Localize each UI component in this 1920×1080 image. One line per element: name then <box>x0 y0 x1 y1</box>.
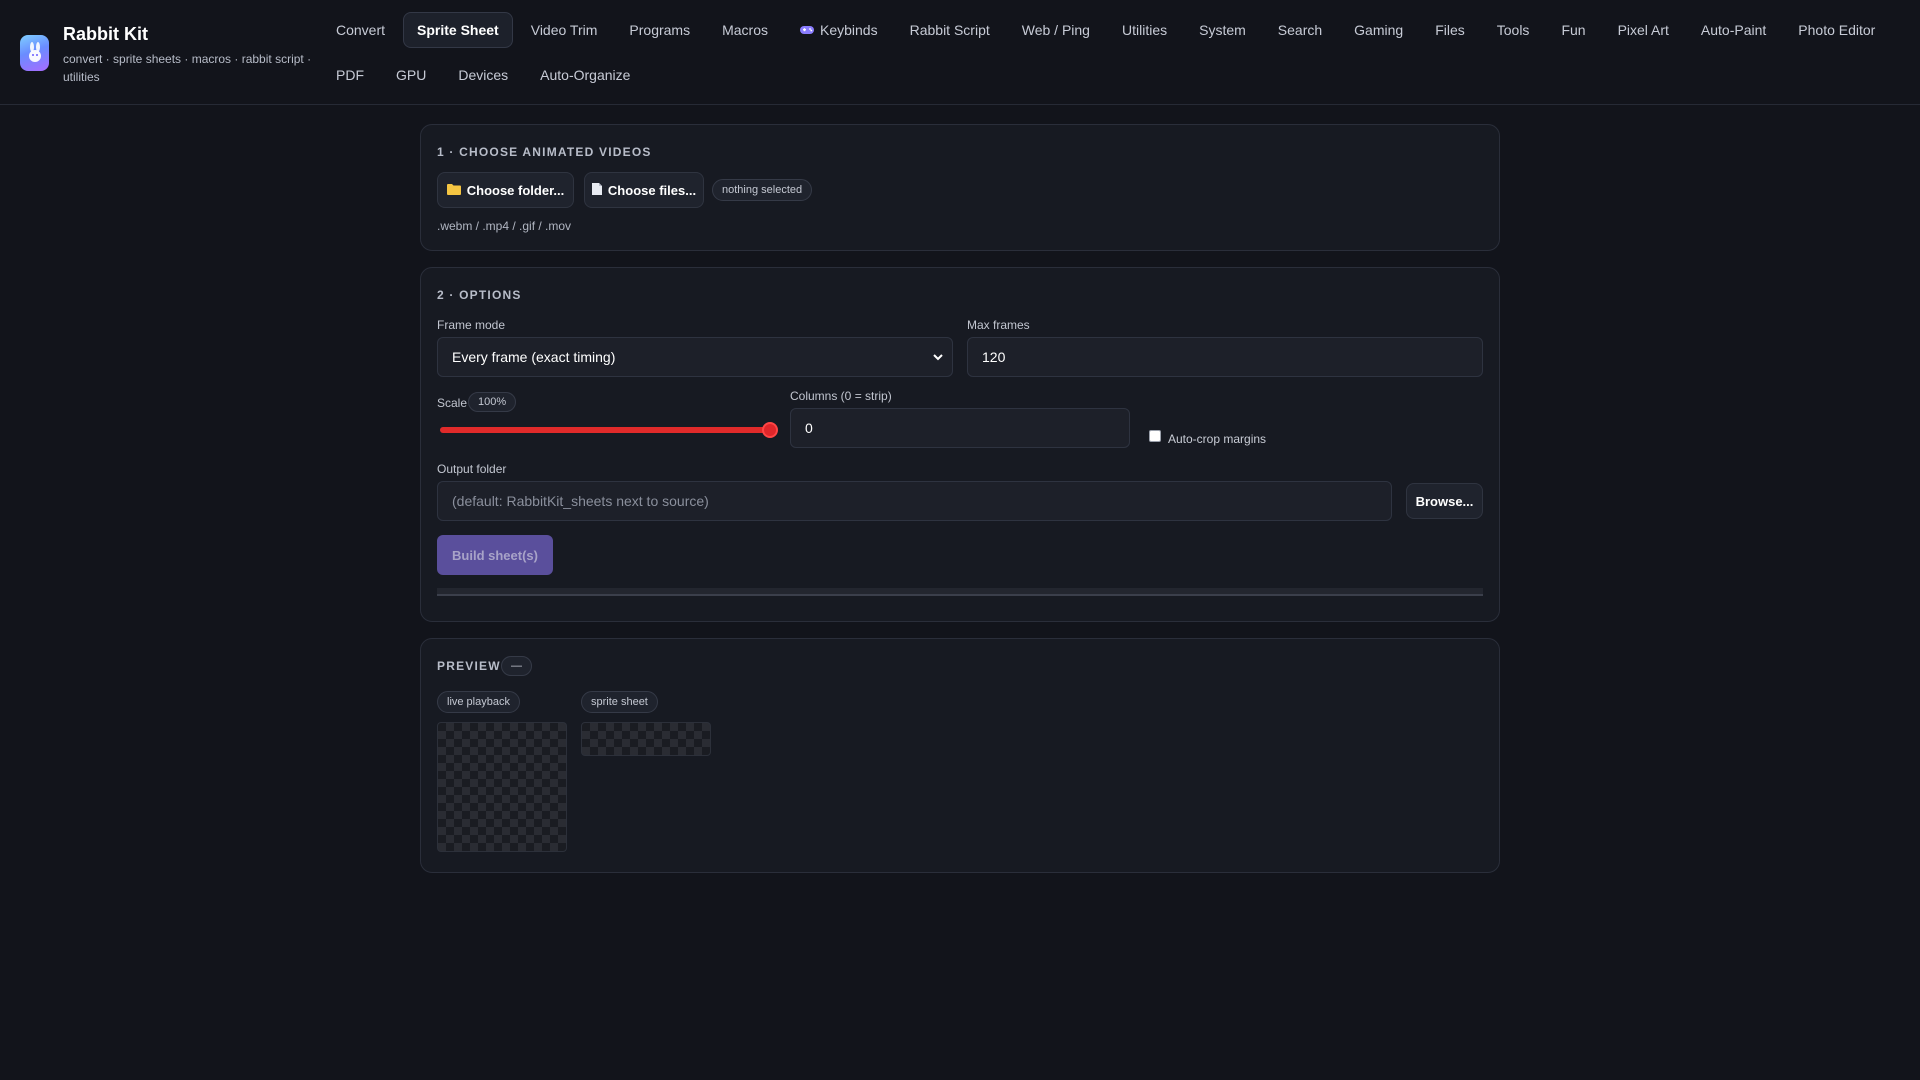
nav-tab-label: Macros <box>722 22 768 38</box>
nav-tab-utilities[interactable]: Utilities <box>1108 12 1181 48</box>
chevron-down-icon <box>932 350 944 362</box>
nav-tab-pixel-art[interactable]: Pixel Art <box>1604 12 1683 48</box>
live-playback-label: live playback <box>437 691 520 713</box>
nav-tab-label: Programs <box>629 22 691 38</box>
nav-tab-devices[interactable]: Devices <box>444 57 522 93</box>
nav-tab-gpu[interactable]: GPU <box>382 57 440 93</box>
nav-tab-gaming[interactable]: Gaming <box>1340 12 1417 48</box>
nav-tab-label: PDF <box>336 67 364 83</box>
nav-tab-label: Photo Editor <box>1798 22 1876 38</box>
scale-slider-fill <box>440 427 770 433</box>
max-frames-label: Max frames <box>967 318 1030 332</box>
choose-folder-label: Choose folder... <box>466 182 565 198</box>
browse-button[interactable]: Browse... <box>1406 483 1483 519</box>
nav-tab-programs[interactable]: Programs <box>615 12 704 48</box>
nav-tab-label: Convert <box>336 22 386 38</box>
nav-tab-label: Fun <box>1561 22 1586 38</box>
nav-tab-macros[interactable]: Macros <box>708 12 782 48</box>
choose-files-label: Choose files... <box>607 182 697 198</box>
app-title: Rabbit Kit <box>63 24 148 44</box>
nav-tab-label: Pixel Art <box>1617 22 1669 38</box>
nav-tab-label: Files <box>1435 22 1465 38</box>
auto-crop-label: Auto-crop margins <box>1168 432 1267 446</box>
scale-slider[interactable] <box>440 422 778 438</box>
selection-status-badge: nothing selected <box>712 179 813 201</box>
build-sheets-button[interactable]: Build sheet(s) <box>437 535 553 575</box>
nav-tab-label: Auto-Organize <box>540 67 631 83</box>
rabbit-icon <box>20 35 49 71</box>
preview-title: PREVIEW <box>437 659 501 673</box>
nav-tab-tools[interactable]: Tools <box>1483 12 1544 48</box>
columns-input[interactable] <box>790 408 1130 448</box>
nav-tab-label: Search <box>1277 22 1323 38</box>
nav-tab-web-ping[interactable]: Web / Ping <box>1008 12 1104 48</box>
nav-tab-label: Devices <box>458 67 509 83</box>
columns-label: Columns (0 = strip) <box>790 389 892 403</box>
nav-tab-photo-editor[interactable]: Photo Editor <box>1784 12 1889 48</box>
sprite-sheet-label: sprite sheet <box>581 691 658 713</box>
scale-value-badge: 100% <box>468 392 517 412</box>
output-folder-input[interactable] <box>437 481 1392 521</box>
folder-icon <box>446 183 461 198</box>
nav-tab-label: System <box>1199 22 1246 38</box>
nav-tab-label: Keybinds <box>820 22 878 38</box>
nav-tab-label: Auto-Paint <box>1700 22 1767 38</box>
nav-tab-label: Video Trim <box>530 22 598 38</box>
panel-title: 1 · CHOOSE ANIMATED VIDEOS <box>437 145 652 159</box>
nav-tab-label: Rabbit Script <box>909 22 990 38</box>
app-subtitle: convert · sprite sheets · macros · rabbi… <box>63 52 312 84</box>
options-panel: 2 · OPTIONS Frame mode Every frame (exac… <box>420 267 1500 622</box>
choose-folder-button[interactable]: Choose folder... <box>437 172 574 208</box>
build-progress-bar <box>437 588 1483 596</box>
scale-slider-thumb[interactable] <box>762 422 778 438</box>
choose-videos-panel: 1 · CHOOSE ANIMATED VIDEOS Choose folder… <box>420 124 1500 251</box>
nav-tab-convert[interactable]: Convert <box>322 12 399 48</box>
choose-files-button[interactable]: Choose files... <box>584 172 704 208</box>
nav-tab-video-trim[interactable]: Video Trim <box>517 12 612 48</box>
nav-tab-auto-paint[interactable]: Auto-Paint <box>1687 12 1780 48</box>
nav-row-primary: Convert Sprite Sheet Video Trim Programs Mac… <box>322 12 1893 48</box>
nav-tab-label: Sprite Sheet <box>417 22 499 38</box>
preview-panel: PREVIEW — live playback sprite sheet <box>420 638 1500 873</box>
top-bar: Rabbit Kit convert · sprite sheets · mac… <box>0 0 1920 105</box>
nav-tab-files[interactable]: Files <box>1421 12 1479 48</box>
file-icon <box>591 182 602 198</box>
scale-label: Scale <box>437 396 468 410</box>
auto-crop-checkbox[interactable] <box>1149 430 1161 442</box>
sprite-sheet-canvas <box>581 722 711 756</box>
nav-tab-sprite-sheet[interactable]: Sprite Sheet <box>403 12 513 48</box>
nav-tab-keybinds[interactable]: Keybinds <box>786 12 892 48</box>
nav-tab-pdf[interactable]: PDF <box>322 57 378 93</box>
frame-mode-select[interactable]: Every frame (exact timing) <box>437 337 953 377</box>
nav-tab-label: Web / Ping <box>1021 22 1090 38</box>
nav-tab-label: GPU <box>396 67 427 83</box>
max-frames-input[interactable] <box>967 337 1483 377</box>
nav-row-secondary: PDF GPU Devices Auto-Organize <box>322 57 648 93</box>
nav-tab-rabbit-script[interactable]: Rabbit Script <box>896 12 1004 48</box>
preview-status-badge: — <box>501 656 532 676</box>
nav-tab-auto-organize[interactable]: Auto-Organize <box>526 57 644 93</box>
supported-formats-text: .webm / .mp4 / .gif / .mov <box>437 219 572 233</box>
nav-tab-fun[interactable]: Fun <box>1547 12 1599 48</box>
nav-tab-search[interactable]: Search <box>1264 12 1336 48</box>
panel-title: 2 · OPTIONS <box>437 288 522 302</box>
nav-tab-label: Gaming <box>1354 22 1404 38</box>
nav-tab-system[interactable]: System <box>1185 12 1260 48</box>
frame-mode-label: Frame mode <box>437 318 506 332</box>
live-playback-canvas <box>437 722 567 852</box>
nav-tab-label: Utilities <box>1121 22 1168 38</box>
gamepad-icon <box>800 22 814 38</box>
output-folder-label: Output folder <box>437 462 507 476</box>
nav-tab-label: Tools <box>1496 22 1530 38</box>
frame-mode-value: Every frame (exact timing) <box>452 349 616 365</box>
